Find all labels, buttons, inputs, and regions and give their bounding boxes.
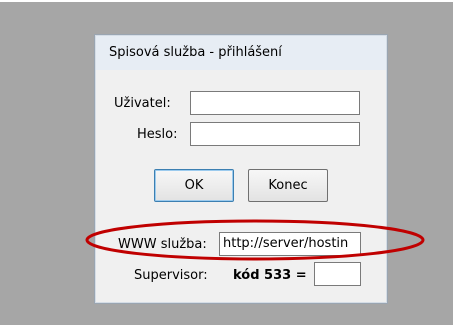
www-service-field[interactable]: http://server/hostin bbox=[219, 232, 361, 256]
ok-button[interactable]: OK bbox=[154, 169, 234, 202]
supervisor-field[interactable] bbox=[314, 262, 361, 286]
user-label: Uživatel: bbox=[114, 96, 171, 111]
dialog-title: Spisová služba - přihlášení bbox=[109, 45, 282, 60]
exit-button[interactable]: Konec bbox=[248, 169, 328, 202]
login-dialog: Spisová služba - přihlášení Uživatel: He… bbox=[94, 34, 388, 304]
supervisor-code: kód 533 = bbox=[233, 268, 307, 283]
dialog-titlebar: Spisová služba - přihlášení bbox=[96, 36, 386, 70]
supervisor-label: Supervisor: bbox=[134, 268, 208, 283]
www-service-label: WWW služba: bbox=[118, 237, 207, 252]
user-field[interactable] bbox=[190, 91, 360, 115]
password-field[interactable] bbox=[190, 122, 360, 146]
password-label: Heslo: bbox=[137, 127, 178, 142]
